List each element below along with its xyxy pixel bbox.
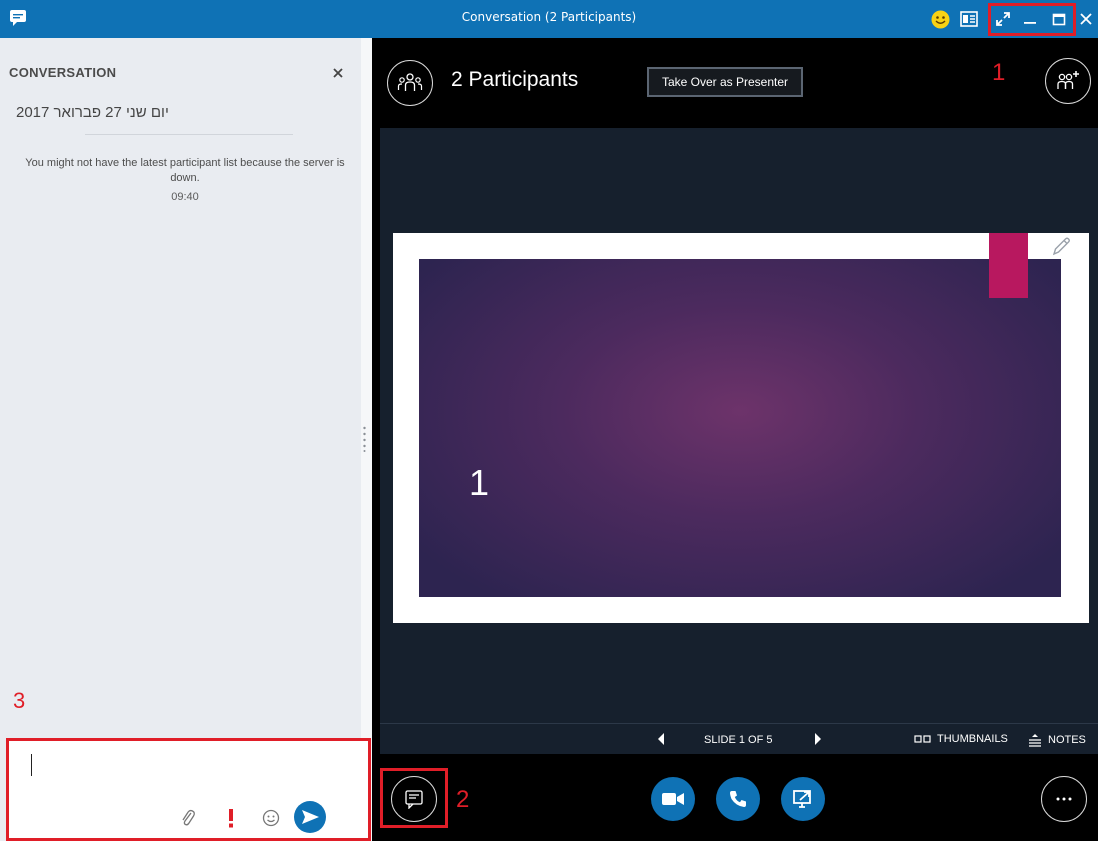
close-chat-panel-button[interactable] <box>329 64 347 82</box>
layout-icon <box>960 11 978 27</box>
present-button[interactable] <box>781 777 825 821</box>
present-screen-icon <box>793 790 811 808</box>
send-message-button[interactable] <box>293 801 327 833</box>
chat-bubble-icon <box>405 790 423 809</box>
notes-label: NOTES <box>1048 734 1086 746</box>
message-compose-area <box>6 738 371 841</box>
slide-counter: SLIDE 1 OF 5 <box>704 734 773 746</box>
participants-button[interactable] <box>387 60 433 106</box>
notes-button[interactable]: NOTES <box>1028 733 1086 747</box>
slide-canvas[interactable] <box>419 259 1061 597</box>
emoticon-button[interactable] <box>260 803 282 833</box>
annotation-label-2: 2 <box>456 786 470 813</box>
pencil-icon[interactable] <box>1049 235 1073 259</box>
exclamation-icon <box>229 809 233 828</box>
drag-handle-icon[interactable] <box>363 426 366 452</box>
emoji-button[interactable] <box>929 6 951 32</box>
message-timestamp: 09:40 <box>171 191 199 203</box>
conversation-date: יום שני 27 פברואר 2017 <box>16 104 169 121</box>
next-slide-button[interactable] <box>812 731 824 747</box>
chat-panel: CONVERSATION יום שני 27 פברואר 2017 You … <box>0 38 372 841</box>
close-window-button[interactable] <box>1075 6 1097 32</box>
window-controls-highlight <box>988 3 1076 36</box>
call-button[interactable] <box>716 777 760 821</box>
emoticon-icon <box>262 809 280 827</box>
date-divider <box>85 134 293 135</box>
annotation-label-1: 1 <box>992 59 1006 86</box>
server-notice-message: You might not have the latest participan… <box>25 157 345 184</box>
take-over-presenter-button[interactable]: Take Over as Presenter <box>647 67 803 97</box>
thumbnails-icon <box>914 735 931 743</box>
slide-bookmark-tab <box>989 233 1028 298</box>
send-icon <box>294 801 326 833</box>
notes-icon <box>1029 734 1041 747</box>
title-bar: Conversation (2 Participants) <box>0 0 1098 38</box>
paperclip-icon <box>182 809 195 826</box>
slide-content-text: 1 <box>469 462 490 503</box>
text-caret <box>31 754 32 776</box>
add-people-button[interactable] <box>1045 58 1091 104</box>
more-options-button[interactable] <box>1041 776 1087 822</box>
chat-panel-title: CONVERSATION <box>9 65 117 80</box>
close-icon <box>333 68 343 78</box>
attach-file-button[interactable] <box>177 803 199 833</box>
annotation-label-3: 3 <box>13 688 26 713</box>
video-camera-icon <box>662 793 684 805</box>
phone-icon <box>730 791 746 807</box>
high-priority-button[interactable] <box>223 803 239 833</box>
toggle-chat-button[interactable] <box>391 776 437 822</box>
participants-icon <box>397 73 423 91</box>
previous-slide-button[interactable] <box>655 731 667 747</box>
more-options-icon <box>1056 797 1072 801</box>
thumbnails-button[interactable]: THUMBNAILS <box>914 733 1008 745</box>
smiley-icon <box>931 10 949 28</box>
thumbnails-label: THUMBNAILS <box>937 733 1008 745</box>
close-icon <box>1080 13 1092 25</box>
add-people-icon <box>1057 71 1079 89</box>
message-input[interactable] <box>21 747 361 787</box>
participants-count-label: 2 Participants <box>451 68 579 91</box>
layout-button[interactable] <box>957 6 981 32</box>
video-button[interactable] <box>651 777 695 821</box>
